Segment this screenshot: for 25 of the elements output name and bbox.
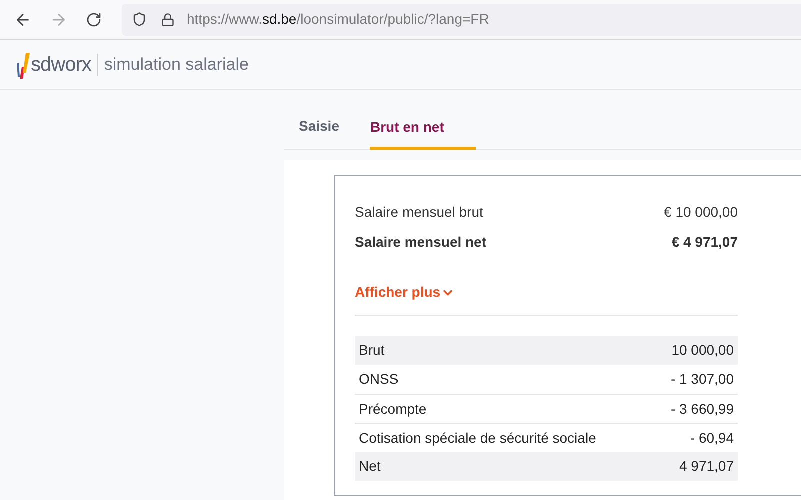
detail-value: - 60,94 — [690, 428, 734, 448]
detail-value: 10 000,00 — [672, 341, 734, 360]
reload-icon[interactable] — [86, 12, 102, 28]
show-more-link[interactable]: Afficher plus — [355, 282, 455, 303]
detail-label: Précompte — [359, 400, 427, 419]
summary-label: Salaire mensuel net — [355, 232, 487, 252]
detail-label: Cotisation spéciale de sécurité sociale — [359, 428, 596, 448]
summary-label: Salaire mensuel brut — [355, 202, 484, 222]
tab[interactable]: Brut en net — [370, 117, 476, 150]
tab[interactable]: Saisie — [299, 116, 340, 149]
app-title: simulation salariale — [104, 54, 249, 76]
detail-label: ONSS — [359, 370, 399, 389]
detail-label: Net — [359, 457, 381, 476]
detail-value: - 1 307,00 — [670, 370, 734, 389]
summary-value: € 10 000,00 — [664, 202, 738, 222]
url-text: https://www.sd.be/loonsimulator/public/?lang=FR — [187, 10, 490, 29]
logo-text: sdworx — [31, 52, 92, 78]
address-bar[interactable]: https://www.sd.be/loonsimulator/public/?lang=FR — [122, 4, 801, 36]
logo-icon — [16, 50, 30, 78]
shield-icon — [132, 12, 147, 27]
detail-value: 4 971,07 — [680, 457, 734, 476]
summary-value: € 4 971,07 — [672, 232, 738, 252]
detail-label: Brut — [359, 341, 385, 360]
lock-icon — [161, 12, 175, 26]
detail-value: - 3 660,99 — [670, 400, 734, 418]
